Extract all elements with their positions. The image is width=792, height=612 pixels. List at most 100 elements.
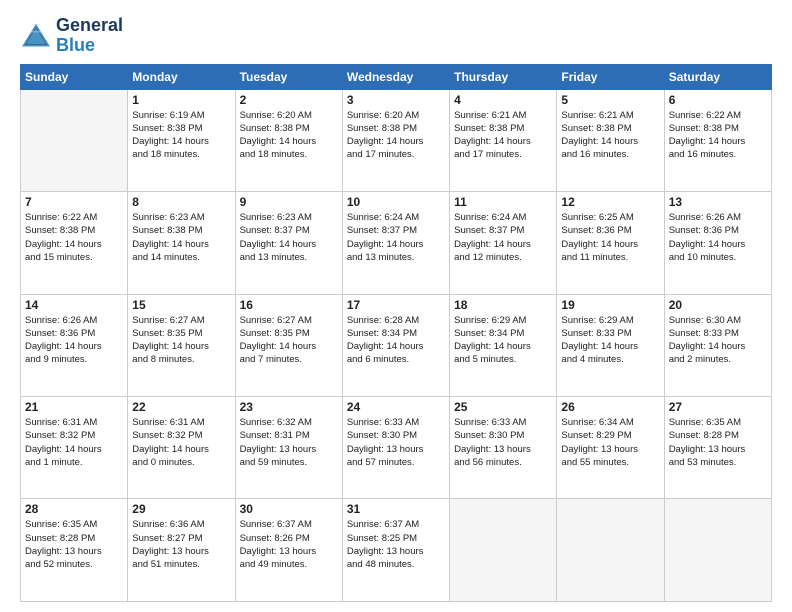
day-number: 18 xyxy=(454,298,552,312)
day-info: Sunrise: 6:27 AM Sunset: 8:35 PM Dayligh… xyxy=(132,314,230,367)
day-info: Sunrise: 6:25 AM Sunset: 8:36 PM Dayligh… xyxy=(561,211,659,264)
day-info: Sunrise: 6:29 AM Sunset: 8:34 PM Dayligh… xyxy=(454,314,552,367)
day-info: Sunrise: 6:30 AM Sunset: 8:33 PM Dayligh… xyxy=(669,314,767,367)
calendar-cell xyxy=(664,499,771,602)
calendar-cell: 27 Sunrise: 6:35 AM Sunset: 8:28 PM Dayli… xyxy=(664,397,771,499)
calendar-cell: 29 Sunrise: 6:36 AM Sunset: 8:27 PM Dayli… xyxy=(128,499,235,602)
day-info: Sunrise: 6:31 AM Sunset: 8:32 PM Dayligh… xyxy=(132,416,230,469)
day-info: Sunrise: 6:37 AM Sunset: 8:26 PM Dayligh… xyxy=(240,518,338,571)
day-number: 19 xyxy=(561,298,659,312)
week-row-3: 14Sunrise: 6:26 AM Sunset: 8:36 PM Dayli… xyxy=(21,294,772,396)
calendar-cell: 14Sunrise: 6:26 AM Sunset: 8:36 PM Dayli… xyxy=(21,294,128,396)
day-info: Sunrise: 6:23 AM Sunset: 8:37 PM Dayligh… xyxy=(240,211,338,264)
day-number: 26 xyxy=(561,400,659,414)
day-number: 8 xyxy=(132,195,230,209)
day-info: Sunrise: 6:20 AM Sunset: 8:38 PM Dayligh… xyxy=(240,109,338,162)
week-row-4: 21 Sunrise: 6:31 AM Sunset: 8:32 PM Dayli… xyxy=(21,397,772,499)
calendar-cell: 10 Sunrise: 6:24 AM Sunset: 8:37 PM Dayli… xyxy=(342,192,449,294)
calendar-cell: 9Sunrise: 6:23 AM Sunset: 8:37 PM Daylig… xyxy=(235,192,342,294)
day-info: Sunrise: 6:28 AM Sunset: 8:34 PM Dayligh… xyxy=(347,314,445,367)
day-number: 5 xyxy=(561,93,659,107)
calendar-cell: 15 Sunrise: 6:27 AM Sunset: 8:35 PM Dayli… xyxy=(128,294,235,396)
day-number: 27 xyxy=(669,400,767,414)
day-number: 25 xyxy=(454,400,552,414)
day-info: Sunrise: 6:22 AM Sunset: 8:38 PM Dayligh… xyxy=(669,109,767,162)
calendar-cell: 22 Sunrise: 6:31 AM Sunset: 8:32 PM Dayli… xyxy=(128,397,235,499)
logo-line2: Blue xyxy=(56,36,123,56)
day-number: 1 xyxy=(132,93,230,107)
day-info: Sunrise: 6:24 AM Sunset: 8:37 PM Dayligh… xyxy=(347,211,445,264)
day-info: Sunrise: 6:22 AM Sunset: 8:38 PM Dayligh… xyxy=(25,211,123,264)
day-number: 12 xyxy=(561,195,659,209)
day-number: 7 xyxy=(25,195,123,209)
day-number: 17 xyxy=(347,298,445,312)
calendar-cell: 13Sunrise: 6:26 AM Sunset: 8:36 PM Dayli… xyxy=(664,192,771,294)
logo: General Blue xyxy=(20,16,123,56)
day-number: 21 xyxy=(25,400,123,414)
calendar-cell xyxy=(21,89,128,191)
week-row-1: 1 Sunrise: 6:19 AM Sunset: 8:38 PM Daylig… xyxy=(21,89,772,191)
calendar-cell: 2 Sunrise: 6:20 AM Sunset: 8:38 PM Daylig… xyxy=(235,89,342,191)
day-info: Sunrise: 6:36 AM Sunset: 8:27 PM Dayligh… xyxy=(132,518,230,571)
calendar-cell: 12 Sunrise: 6:25 AM Sunset: 8:36 PM Dayli… xyxy=(557,192,664,294)
week-row-2: 7 Sunrise: 6:22 AM Sunset: 8:38 PM Daylig… xyxy=(21,192,772,294)
day-number: 2 xyxy=(240,93,338,107)
calendar-cell: 16Sunrise: 6:27 AM Sunset: 8:35 PM Dayli… xyxy=(235,294,342,396)
calendar-cell: 4 Sunrise: 6:21 AM Sunset: 8:38 PM Daylig… xyxy=(450,89,557,191)
calendar-cell: 28Sunrise: 6:35 AM Sunset: 8:28 PM Dayli… xyxy=(21,499,128,602)
page: General Blue SundayMondayTuesdayWednesda… xyxy=(0,0,792,612)
day-number: 3 xyxy=(347,93,445,107)
day-info: Sunrise: 6:24 AM Sunset: 8:37 PM Dayligh… xyxy=(454,211,552,264)
day-number: 10 xyxy=(347,195,445,209)
header: General Blue xyxy=(20,16,772,56)
header-day-tuesday: Tuesday xyxy=(235,64,342,89)
day-number: 4 xyxy=(454,93,552,107)
day-number: 15 xyxy=(132,298,230,312)
day-info: Sunrise: 6:21 AM Sunset: 8:38 PM Dayligh… xyxy=(454,109,552,162)
day-number: 16 xyxy=(240,298,338,312)
day-info: Sunrise: 6:35 AM Sunset: 8:28 PM Dayligh… xyxy=(669,416,767,469)
calendar-cell: 7 Sunrise: 6:22 AM Sunset: 8:38 PM Daylig… xyxy=(21,192,128,294)
calendar-cell: 25 Sunrise: 6:33 AM Sunset: 8:30 PM Dayli… xyxy=(450,397,557,499)
day-info: Sunrise: 6:20 AM Sunset: 8:38 PM Dayligh… xyxy=(347,109,445,162)
calendar-cell: 26Sunrise: 6:34 AM Sunset: 8:29 PM Dayli… xyxy=(557,397,664,499)
logo-icon xyxy=(20,22,52,50)
header-day-friday: Friday xyxy=(557,64,664,89)
day-number: 24 xyxy=(347,400,445,414)
calendar-cell: 24Sunrise: 6:33 AM Sunset: 8:30 PM Dayli… xyxy=(342,397,449,499)
day-info: Sunrise: 6:37 AM Sunset: 8:25 PM Dayligh… xyxy=(347,518,445,571)
calendar-cell: 20 Sunrise: 6:30 AM Sunset: 8:33 PM Dayli… xyxy=(664,294,771,396)
week-row-5: 28Sunrise: 6:35 AM Sunset: 8:28 PM Dayli… xyxy=(21,499,772,602)
day-info: Sunrise: 6:19 AM Sunset: 8:38 PM Dayligh… xyxy=(132,109,230,162)
header-day-wednesday: Wednesday xyxy=(342,64,449,89)
day-info: Sunrise: 6:29 AM Sunset: 8:33 PM Dayligh… xyxy=(561,314,659,367)
calendar-cell: 21 Sunrise: 6:31 AM Sunset: 8:32 PM Dayli… xyxy=(21,397,128,499)
day-info: Sunrise: 6:32 AM Sunset: 8:31 PM Dayligh… xyxy=(240,416,338,469)
day-number: 29 xyxy=(132,502,230,516)
calendar-cell: 17 Sunrise: 6:28 AM Sunset: 8:34 PM Dayli… xyxy=(342,294,449,396)
calendar-cell: 8Sunrise: 6:23 AM Sunset: 8:38 PM Daylig… xyxy=(128,192,235,294)
day-number: 20 xyxy=(669,298,767,312)
calendar-cell: 18 Sunrise: 6:29 AM Sunset: 8:34 PM Dayli… xyxy=(450,294,557,396)
calendar-cell: 3 Sunrise: 6:20 AM Sunset: 8:38 PM Daylig… xyxy=(342,89,449,191)
day-number: 28 xyxy=(25,502,123,516)
header-day-sunday: Sunday xyxy=(21,64,128,89)
day-info: Sunrise: 6:21 AM Sunset: 8:38 PM Dayligh… xyxy=(561,109,659,162)
calendar-cell: 23 Sunrise: 6:32 AM Sunset: 8:31 PM Dayli… xyxy=(235,397,342,499)
day-number: 30 xyxy=(240,502,338,516)
logo-line1: General xyxy=(56,16,123,36)
header-day-saturday: Saturday xyxy=(664,64,771,89)
day-number: 23 xyxy=(240,400,338,414)
calendar-cell xyxy=(557,499,664,602)
calendar-cell: 5 Sunrise: 6:21 AM Sunset: 8:38 PM Daylig… xyxy=(557,89,664,191)
calendar-cell xyxy=(450,499,557,602)
calendar-cell: 30 Sunrise: 6:37 AM Sunset: 8:26 PM Dayli… xyxy=(235,499,342,602)
calendar-cell: 19 Sunrise: 6:29 AM Sunset: 8:33 PM Dayli… xyxy=(557,294,664,396)
header-day-monday: Monday xyxy=(128,64,235,89)
day-number: 6 xyxy=(669,93,767,107)
day-info: Sunrise: 6:31 AM Sunset: 8:32 PM Dayligh… xyxy=(25,416,123,469)
day-number: 14 xyxy=(25,298,123,312)
day-info: Sunrise: 6:33 AM Sunset: 8:30 PM Dayligh… xyxy=(454,416,552,469)
day-number: 22 xyxy=(132,400,230,414)
header-row: SundayMondayTuesdayWednesdayThursdayFrid… xyxy=(21,64,772,89)
